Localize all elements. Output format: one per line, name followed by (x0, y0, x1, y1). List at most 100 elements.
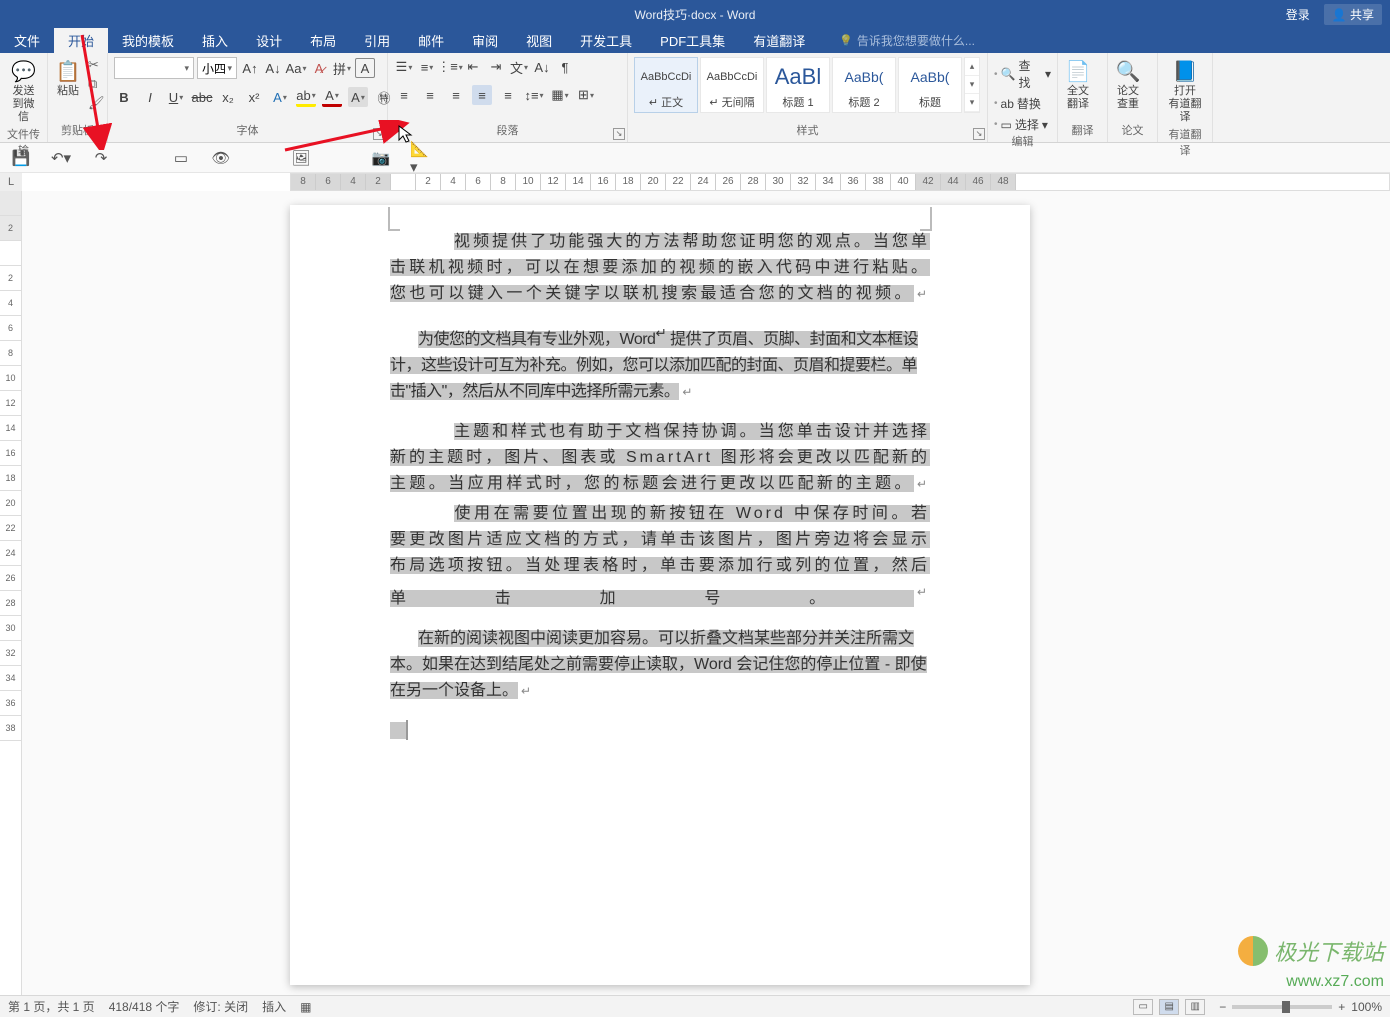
style-normal[interactable]: AaBbCcDi↵ 正文 (634, 57, 698, 113)
style-heading-1[interactable]: AaBl标题 1 (766, 57, 830, 113)
decrease-font-button[interactable]: A↓ (263, 58, 283, 78)
status-word-count[interactable]: 418/418 个字 (109, 998, 180, 1015)
zoom-control[interactable]: − + 100% (1219, 1000, 1382, 1014)
find-button[interactable]: 🔍 查找 ▾ (994, 57, 1051, 91)
copy-button[interactable]: ⧉ (88, 76, 106, 92)
tab-developer[interactable]: 开发工具 (566, 28, 646, 53)
highlight-button[interactable]: ab (296, 87, 316, 107)
font-size-combo[interactable]: 小四 (197, 57, 237, 79)
align-distribute-button[interactable]: ≡ (498, 85, 518, 105)
undo-button[interactable]: ↶▾ (50, 147, 72, 169)
font-color-button[interactable]: A (322, 87, 342, 107)
clear-format-button[interactable]: A̷ (309, 58, 329, 78)
style-no-spacing[interactable]: AaBbCcDi↵ 无间隔 (700, 57, 764, 113)
redo-button[interactable]: ↷ (90, 147, 112, 169)
paragraph-1[interactable]: 视频提供了功能强大的方法帮助您证明您的观点。当您单击联机视频时，可以在想要添加的… (390, 229, 930, 307)
paragraph-2[interactable]: 为使您的文档具有专业外观，Word↵ 提供了页眉、页脚、封面和文本框设计，这些设… (390, 321, 930, 405)
replace-button[interactable]: ab 替换 (994, 95, 1051, 112)
asian-layout-button[interactable]: 文 (509, 57, 529, 77)
cut-button[interactable]: ✂ (88, 57, 106, 73)
style-title[interactable]: AaBb(标题 (898, 57, 962, 113)
status-macro-icon[interactable]: ▦ (300, 1000, 311, 1014)
page-scroll[interactable]: 视频提供了功能强大的方法帮助您证明您的观点。当您单击联机视频时，可以在想要添加的… (22, 191, 1390, 995)
view-print-button[interactable]: ▤ (1159, 999, 1179, 1015)
tab-file[interactable]: 文件 (0, 28, 54, 53)
phonetic-guide-button[interactable]: 拼 (332, 58, 352, 78)
vertical-ruler[interactable]: 22468101214161820222426283032343638 (0, 191, 22, 995)
status-insert-mode[interactable]: 插入 (262, 998, 286, 1015)
open-youdao-button[interactable]: 📘打开有道翻译 (1164, 57, 1206, 126)
paragraph-empty[interactable] (390, 718, 930, 744)
paper-check-button[interactable]: 🔍论文查重 (1114, 57, 1142, 113)
status-page[interactable]: 第 1 页，共 1 页 (8, 998, 95, 1015)
change-case-button[interactable]: Aa (286, 58, 306, 78)
view-read-button[interactable]: ▭ (1133, 999, 1153, 1015)
clipboard-launcher[interactable]: ↘ (93, 128, 105, 140)
zoom-in-button[interactable]: + (1338, 1000, 1345, 1014)
increase-indent-button[interactable]: ⇥ (486, 57, 506, 77)
numbering-button[interactable]: ≡ (417, 57, 437, 77)
decrease-indent-button[interactable]: ⇤ (463, 57, 483, 77)
status-track[interactable]: 修订: 关闭 (193, 998, 248, 1015)
share-button[interactable]: 👤 共享 (1324, 4, 1382, 25)
tab-insert[interactable]: 插入 (188, 28, 242, 53)
tab-references[interactable]: 引用 (350, 28, 404, 53)
tab-review[interactable]: 审阅 (458, 28, 512, 53)
font-name-combo[interactable] (114, 57, 194, 79)
show-marks-button[interactable]: ¶ (555, 57, 575, 77)
paragraph-3a[interactable]: 主题和样式也有助于文档保持协调。当您单击设计并选择新的主题时，图片、图表或 Sm… (390, 419, 930, 497)
text-effects-button[interactable]: A (270, 87, 290, 107)
format-painter-button[interactable]: 🖌 (88, 95, 106, 111)
zoom-out-button[interactable]: − (1219, 1000, 1226, 1014)
zoom-value[interactable]: 100% (1351, 1000, 1382, 1014)
paste-button[interactable]: 📋 粘贴 (54, 57, 82, 100)
full-translate-button[interactable]: 📄全文翻译 (1064, 57, 1092, 113)
italic-button[interactable]: I (140, 87, 160, 107)
tell-me-input[interactable]: 告诉我您想要做什么... (839, 28, 975, 53)
tab-mailings[interactable]: 邮件 (404, 28, 458, 53)
sort-button[interactable]: A↓ (532, 57, 552, 77)
strike-button[interactable]: abc (192, 87, 212, 107)
tab-pdf-tools[interactable]: PDF工具集 (646, 28, 739, 53)
print-preview-button[interactable]: 👁 (210, 147, 232, 169)
send-to-wechat-button[interactable]: 💬 发送到微信 (6, 57, 41, 126)
view-web-button[interactable]: ▥ (1185, 999, 1205, 1015)
align-center-button[interactable]: ≡ (420, 85, 440, 105)
picture-button[interactable]: 🖼 (290, 147, 312, 169)
new-doc-button[interactable]: ▭ (170, 147, 192, 169)
align-justify-button[interactable]: ≡ (472, 85, 492, 105)
tab-layout[interactable]: 布局 (296, 28, 350, 53)
styles-launcher[interactable]: ↘ (973, 128, 985, 140)
char-border-button[interactable]: A (355, 58, 375, 78)
shading-button[interactable]: ▦ (550, 85, 570, 105)
paragraph-launcher[interactable]: ↘ (613, 128, 625, 140)
paragraph-3b[interactable]: 使用在需要位置出现的新按钮在 Word 中保存时间。若要更改图片适应文档的方式，… (390, 501, 930, 611)
bullets-button[interactable]: ☰ (394, 57, 414, 77)
tab-design[interactable]: 设计 (242, 28, 296, 53)
font-launcher[interactable]: ↘ (373, 128, 385, 140)
style-heading-2[interactable]: AaBb(标题 2 (832, 57, 896, 113)
tab-view[interactable]: 视图 (512, 28, 566, 53)
login-button[interactable]: 登录 (1286, 6, 1310, 23)
style-gallery[interactable]: AaBbCcDi↵ 正文 AaBbCcDi↵ 无间隔 AaBl标题 1 AaBb… (634, 57, 981, 113)
multilevel-button[interactable]: ⋮≡ (440, 57, 460, 77)
tab-home[interactable]: 开始 (54, 28, 108, 53)
align-right-button[interactable]: ≡ (446, 85, 466, 105)
tab-youdao[interactable]: 有道翻译 (739, 28, 819, 53)
style-gallery-scroll[interactable]: ▴▾▾ (964, 57, 980, 113)
camera-button[interactable]: 📷 (370, 147, 392, 169)
underline-button[interactable]: U (166, 87, 186, 107)
line-spacing-button[interactable]: ↕≡ (524, 85, 544, 105)
paragraph-4[interactable]: 在新的阅读视图中阅读更加容易。可以折叠文档某些部分并关注所需文本。如果在达到结尾… (390, 626, 930, 704)
select-button[interactable]: ▭ 选择 ▾ (994, 116, 1051, 133)
char-shading-button[interactable]: A (348, 87, 368, 107)
subscript-button[interactable]: x₂ (218, 87, 238, 107)
bold-button[interactable]: B (114, 87, 134, 107)
superscript-button[interactable]: x² (244, 87, 264, 107)
zoom-slider[interactable] (1232, 1005, 1332, 1009)
align-left-button[interactable]: ≡ (394, 85, 414, 105)
page-setup-button[interactable]: 📐▾ (410, 147, 432, 169)
increase-font-button[interactable]: A↑ (240, 58, 260, 78)
tab-my-templates[interactable]: 我的模板 (108, 28, 188, 53)
horizontal-ruler[interactable]: 8642246810121416182022242628303234363840… (290, 173, 1390, 191)
